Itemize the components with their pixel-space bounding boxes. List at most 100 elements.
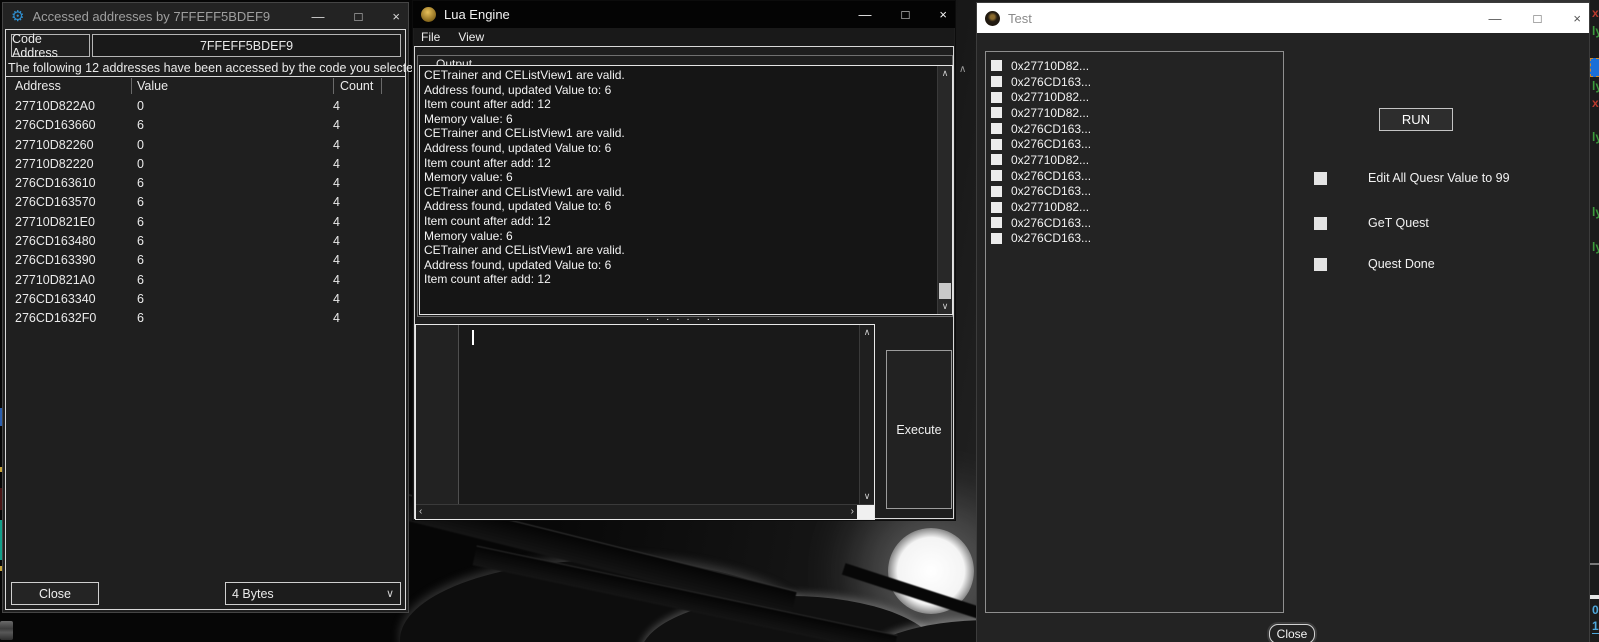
column-divider[interactable]	[131, 78, 132, 94]
checkbox[interactable]	[991, 92, 1002, 103]
lua-engine-titlebar[interactable]: Lua Engine — □ ×	[413, 1, 955, 28]
table-row[interactable]: 27710D822A004	[6, 97, 405, 116]
menu-view[interactable]: View	[458, 30, 484, 44]
script-editor[interactable]: ∧ ∨ ‹ ›	[415, 324, 875, 520]
output-console[interactable]: CETrainer and CEListView1 are valid. Add…	[419, 65, 953, 315]
column-header-value[interactable]: Value	[137, 79, 168, 93]
minimize-icon[interactable]: —	[1489, 11, 1502, 26]
accessed-addresses-titlebar[interactable]: ⚙ Accessed addresses by 7FFEFF5BDEF9 — □…	[3, 3, 408, 29]
close-icon[interactable]: ×	[392, 9, 400, 24]
checkbox[interactable]	[991, 202, 1002, 213]
checkbox[interactable]	[991, 76, 1002, 87]
cheat-engine-icon: ⚙	[11, 9, 24, 24]
checkbox[interactable]	[1314, 172, 1327, 185]
menu-file[interactable]: File	[421, 30, 440, 44]
list-item[interactable]: 0x276CD163...	[986, 184, 1283, 200]
table-row[interactable]: 276CD16361064	[6, 174, 405, 193]
list-item[interactable]: 0x27710D82...	[986, 58, 1283, 74]
truncated-text-fragment: ly	[1592, 206, 1599, 218]
line-fragment	[1590, 563, 1599, 565]
scroll-up-icon[interactable]: ∧	[860, 327, 874, 338]
line-fragment	[1590, 595, 1599, 599]
maximize-icon[interactable]: □	[1534, 11, 1542, 26]
scroll-right-icon[interactable]: ›	[851, 506, 854, 517]
close-button[interactable]: Close	[11, 582, 99, 605]
close-icon[interactable]: ×	[1573, 11, 1581, 26]
table-row[interactable]: 27710D8226004	[6, 136, 405, 155]
checkbox[interactable]	[991, 60, 1002, 71]
scroll-down-icon[interactable]: ∨	[860, 491, 874, 502]
column-header-address[interactable]: Address	[15, 79, 61, 93]
output-line: CETrainer and CEListView1 are valid.	[424, 185, 934, 200]
list-item[interactable]: 0x276CD163...	[986, 74, 1283, 90]
output-line: Address found, updated Value to: 6	[424, 83, 934, 98]
scrollbar-thumb[interactable]	[939, 283, 951, 299]
close-icon[interactable]: ×	[939, 7, 947, 22]
output-scrollbar[interactable]: ∧ ∨	[937, 66, 952, 314]
close-button[interactable]: Close	[1269, 624, 1315, 642]
table-header[interactable]: Address Value Count	[6, 77, 405, 96]
column-divider[interactable]	[381, 78, 382, 94]
checkbox[interactable]	[1314, 217, 1327, 230]
truncated-text-fragment: ly	[1592, 25, 1599, 37]
list-item[interactable]: 0x276CD163...	[986, 215, 1283, 231]
splitter-handle[interactable]: · · · · · · · ·	[415, 315, 953, 324]
test-titlebar[interactable]: Test — □ ×	[977, 3, 1589, 33]
list-item[interactable]: 0x27710D82...	[986, 152, 1283, 168]
table-row[interactable]: 276CD16339064	[6, 251, 405, 270]
checkbox[interactable]	[991, 233, 1002, 244]
output-line: Item count after add: 12	[424, 214, 934, 229]
table-row[interactable]: 276CD16334064	[6, 290, 405, 309]
scrollbar-fragment: ∧	[959, 64, 966, 75]
checkbox[interactable]	[991, 170, 1002, 181]
checkbox[interactable]	[991, 186, 1002, 197]
list-item[interactable]: 0x276CD163...	[986, 231, 1283, 247]
list-item[interactable]: 0x276CD163...	[986, 121, 1283, 137]
lua-engine-icon	[421, 7, 436, 22]
scroll-down-icon[interactable]: ∨	[938, 301, 952, 312]
table-row[interactable]: 276CD16366064	[6, 116, 405, 135]
maximize-icon[interactable]: □	[902, 7, 910, 22]
editor-horizontal-scrollbar[interactable]: ‹ ›	[416, 504, 874, 519]
output-line: CETrainer and CEListView1 are valid.	[424, 126, 934, 141]
table-row[interactable]: 27710D821E064	[6, 213, 405, 232]
list-item[interactable]: 0x27710D82...	[986, 199, 1283, 215]
value-type-dropdown[interactable]: 4 Bytes ∨	[225, 582, 401, 605]
checkbox[interactable]	[991, 107, 1002, 118]
table-row[interactable]: 276CD1632F064	[6, 309, 405, 328]
execute-button[interactable]: Execute	[886, 350, 952, 509]
output-line: CETrainer and CEListView1 are valid.	[424, 68, 934, 83]
column-header-count[interactable]: Count	[340, 79, 373, 93]
output-line: Address found, updated Value to: 6	[424, 258, 934, 273]
checkbox[interactable]	[991, 154, 1002, 165]
column-divider[interactable]	[333, 78, 334, 94]
code-address-value[interactable]: 7FFEFF5BDEF9	[92, 34, 401, 57]
list-item[interactable]: 0x27710D82...	[986, 89, 1283, 105]
list-item[interactable]: 0x276CD163...	[986, 136, 1283, 152]
output-line: Item count after add: 12	[424, 97, 934, 112]
value-type-selected: 4 Bytes	[232, 587, 386, 601]
checkbox[interactable]	[1314, 258, 1327, 271]
list-item[interactable]: 0x276CD163...	[986, 168, 1283, 184]
window-title: Lua Engine	[444, 7, 851, 22]
truncated-text-fragment: 1	[1592, 620, 1599, 634]
address-table: 27710D822A004 276CD16366064 27710D822600…	[6, 97, 405, 329]
table-row[interactable]: 27710D8222004	[6, 155, 405, 174]
table-row[interactable]: 276CD16357064	[6, 193, 405, 212]
checkbox[interactable]	[991, 123, 1002, 134]
run-button[interactable]: RUN	[1379, 108, 1453, 131]
minimize-icon[interactable]: —	[312, 9, 325, 24]
list-item[interactable]: 0x27710D82...	[986, 105, 1283, 121]
scroll-left-icon[interactable]: ‹	[419, 506, 422, 517]
window-icon-fragment	[0, 621, 13, 640]
table-row[interactable]: 276CD16348064	[6, 232, 405, 251]
scroll-up-icon[interactable]: ∧	[938, 68, 952, 79]
editor-vertical-scrollbar[interactable]: ∧ ∨	[859, 325, 874, 504]
minimize-icon[interactable]: —	[859, 7, 872, 22]
checkbox[interactable]	[991, 139, 1002, 150]
maximize-icon[interactable]: □	[355, 9, 363, 24]
checkbox[interactable]	[991, 217, 1002, 228]
table-row[interactable]: 27710D821A064	[6, 271, 405, 290]
lua-engine-window: Lua Engine — □ × File View Output CETrai…	[412, 0, 956, 521]
code-address-label: Code Address	[11, 34, 90, 57]
